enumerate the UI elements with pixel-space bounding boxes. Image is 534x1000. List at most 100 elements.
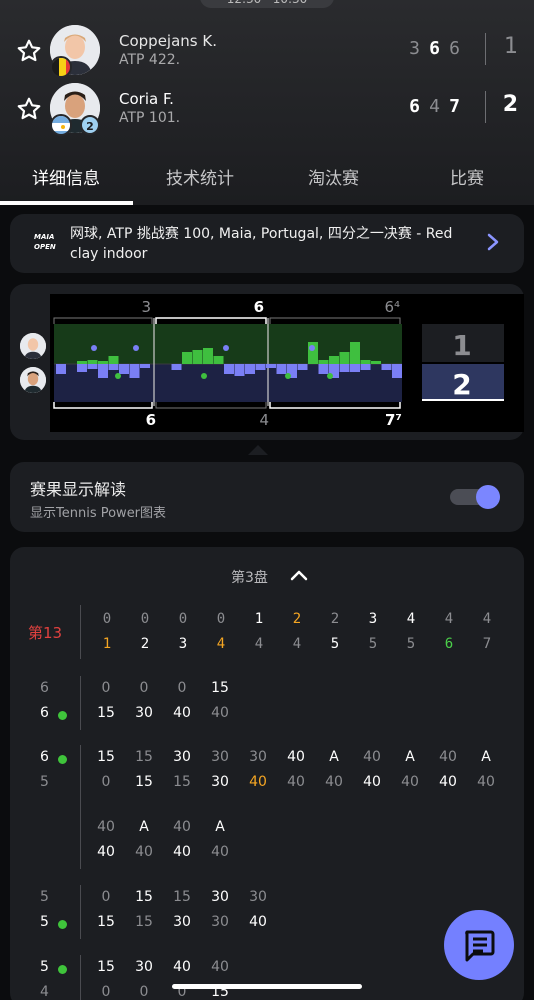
tournament-logo: MAIA OPEN <box>34 233 56 251</box>
set-score: 4 <box>429 96 443 117</box>
power-bar-bottom <box>255 364 266 370</box>
power-bar-bottom <box>171 364 182 370</box>
chart-set-score-bottom: 4 <box>259 411 269 429</box>
point-score: 40 <box>401 774 419 790</box>
point-score: 15 <box>173 774 191 790</box>
point-score: 15 <box>211 680 229 696</box>
tiebreak-point: 5 <box>330 636 340 652</box>
sets-won: 1 <box>504 34 518 59</box>
point-score: 40 <box>249 774 267 790</box>
tiebreak-point: 1 <box>254 611 264 627</box>
power-bar-bottom <box>108 364 119 370</box>
point-score: 40 <box>97 819 115 835</box>
tab-stats[interactable]: 技术统计 <box>166 164 234 189</box>
tennis-power-switch[interactable] <box>450 485 500 509</box>
power-bar-top <box>87 360 98 364</box>
tiebreak-point: 7 <box>482 636 492 652</box>
point-score: 15 <box>97 914 115 930</box>
tab-matches[interactable]: 比赛 <box>450 164 484 189</box>
break-point-marker <box>223 345 229 351</box>
tennis-power-card[interactable]: 3 6 6⁴ 6 4 7⁷ 1 2 <box>10 284 524 440</box>
point-score: 30 <box>135 705 153 721</box>
point-score: A <box>405 749 415 765</box>
point-score: A <box>481 749 491 765</box>
break-point-marker <box>285 373 291 379</box>
point-score: 0 <box>101 984 111 1000</box>
tiebreak-point: 3 <box>178 636 188 652</box>
favorite-star-icon[interactable] <box>16 38 42 64</box>
tiebreak-point: 0 <box>178 611 188 627</box>
set-scores: 366 <box>406 38 466 59</box>
serve-indicator <box>58 965 67 974</box>
tiebreak-point: 5 <box>406 636 416 652</box>
serve-indicator <box>58 711 67 720</box>
tab-details[interactable]: 详细信息 <box>32 164 100 189</box>
power-bar-bottom <box>98 364 108 378</box>
chevron-up-icon[interactable] <box>290 569 308 581</box>
power-bar-top <box>192 350 203 364</box>
tiebreak-point: 1 <box>102 636 112 652</box>
row-divider <box>80 745 81 869</box>
point-score: 40 <box>439 774 457 790</box>
set-score: 6 <box>429 38 443 59</box>
tiebreak-point: 6 <box>444 636 454 652</box>
power-bar-top <box>318 360 329 364</box>
point-score: 0 <box>139 984 149 1000</box>
point-score: 15 <box>97 959 115 975</box>
serve-indicator <box>58 755 67 764</box>
power-bar-bottom <box>266 364 276 368</box>
match-time: 12:30 · 10:30 <box>200 0 334 8</box>
power-bar-top <box>339 352 350 364</box>
point-score: 15 <box>173 889 191 905</box>
tennis-power-chart[interactable]: 3 6 6⁴ 6 4 7⁷ 1 2 <box>50 294 524 432</box>
power-bar-bottom <box>119 364 129 374</box>
tiebreak-point: 3 <box>368 611 378 627</box>
point-score: 30 <box>173 914 191 930</box>
serve-indicator <box>58 920 67 929</box>
power-bar-bottom <box>224 364 234 374</box>
tiebreak-point: 0 <box>216 611 226 627</box>
tiebreak-point: 4 <box>254 636 264 652</box>
break-point-marker <box>115 373 121 379</box>
favorite-star-icon[interactable] <box>16 96 42 122</box>
point-score: 40 <box>325 774 343 790</box>
tiebreak-point: 4 <box>406 611 416 627</box>
tiebreak-point: 0 <box>140 611 150 627</box>
point-score: 40 <box>211 705 229 721</box>
tournament-card[interactable]: MAIA OPEN 网球, ATP 挑战赛 100, Maia, Portuga… <box>10 214 524 273</box>
tiebreak-label: 第13 <box>28 624 63 642</box>
row-divider <box>80 955 81 1000</box>
tab-draw[interactable]: 淘汰赛 <box>308 164 359 189</box>
chat-button[interactable] <box>444 910 514 980</box>
tiebreak-point: 4 <box>444 611 454 627</box>
game-score-bottom: 4 <box>40 984 49 1000</box>
break-point-marker <box>309 345 315 351</box>
point-score: 40 <box>211 844 229 860</box>
power-bar-bottom <box>276 364 287 374</box>
chevron-right-icon <box>487 233 499 251</box>
chart-set-score-top: 6⁴ <box>384 298 400 316</box>
point-score: 40 <box>173 705 191 721</box>
point-score: 0 <box>101 774 111 790</box>
power-bar-top <box>329 356 339 364</box>
point-score: 40 <box>173 959 191 975</box>
power-bar-bottom <box>56 364 66 374</box>
point-score: 30 <box>211 774 229 790</box>
power-bar-bottom <box>245 364 255 374</box>
point-score: 40 <box>173 844 191 860</box>
power-bar-bottom <box>392 364 402 378</box>
point-score: 40 <box>173 819 191 835</box>
point-score: 30 <box>249 749 267 765</box>
argentina-flag-icon <box>50 114 72 136</box>
break-point-marker <box>327 373 333 379</box>
point-score: 40 <box>249 914 267 930</box>
sets-won: 2 <box>502 92 518 117</box>
player-row-1[interactable]: Coppejans K. ATP 422. 366 1 <box>0 20 534 82</box>
point-score: 30 <box>211 889 229 905</box>
break-point-marker <box>133 345 139 351</box>
legend-toggle-card: 赛果显示解读 显示Tennis Power图表 <box>10 462 524 532</box>
chart-top-bg <box>54 324 402 364</box>
point-score: 15 <box>135 774 153 790</box>
player-row-2[interactable]: 2 Coria F. ATP 101. 647 2 <box>0 78 534 140</box>
point-score: 30 <box>211 749 229 765</box>
